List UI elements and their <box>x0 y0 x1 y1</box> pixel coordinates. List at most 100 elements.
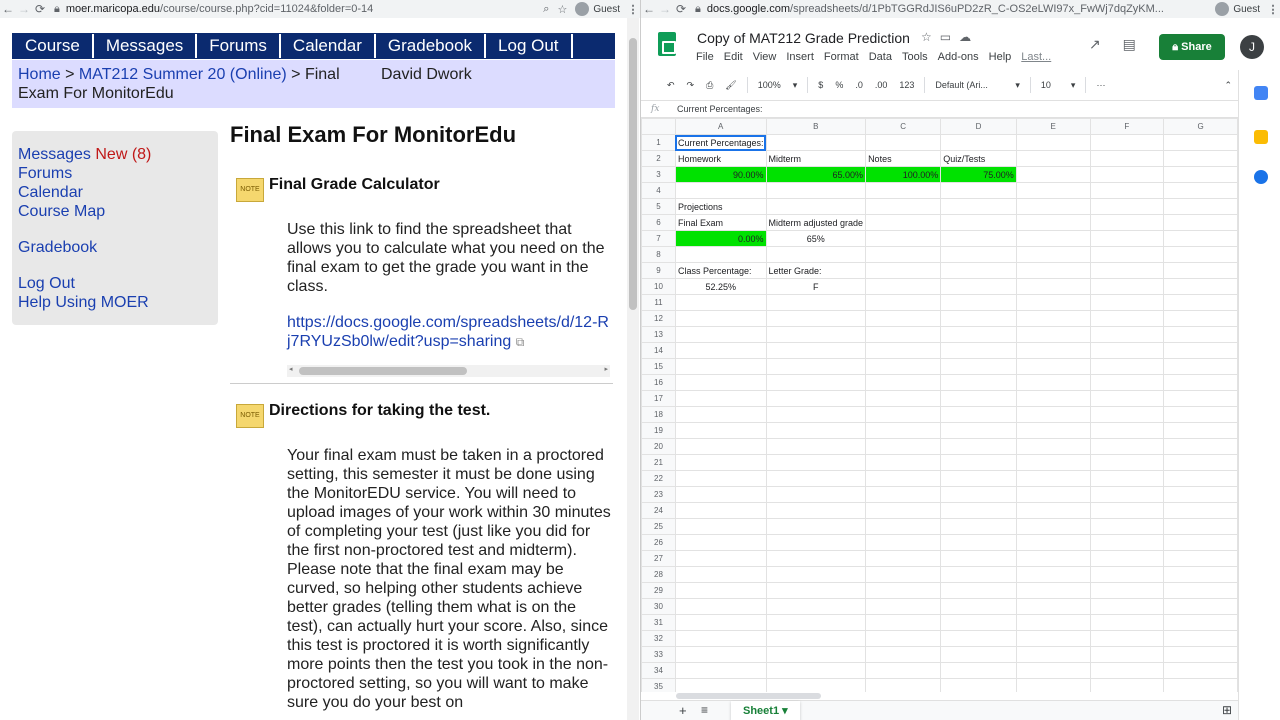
cell-d17[interactable] <box>940 390 1017 407</box>
cell-b18[interactable] <box>765 406 867 423</box>
tab-sheet1[interactable]: Sheet1 ▾ <box>731 701 800 720</box>
cell-d20[interactable] <box>940 438 1017 455</box>
column-header[interactable]: G <box>1163 118 1238 135</box>
cell-a29[interactable] <box>674 582 767 599</box>
cell-a34[interactable] <box>674 662 767 679</box>
cell-a16[interactable] <box>674 374 767 391</box>
cell-f23[interactable] <box>1089 486 1165 503</box>
cell-b31[interactable] <box>765 614 867 631</box>
cell-f33[interactable] <box>1089 646 1165 663</box>
cell-g5[interactable] <box>1163 198 1238 215</box>
cell-e24[interactable] <box>1015 502 1091 519</box>
nav-calendar[interactable]: Calendar <box>281 34 376 58</box>
cell-c33[interactable] <box>865 646 942 663</box>
sidebar-item-forums[interactable]: Forums <box>18 164 212 183</box>
cell-e11[interactable] <box>1015 294 1091 311</box>
star-icon[interactable]: ☆ <box>921 30 940 44</box>
cell-f32[interactable] <box>1089 630 1165 647</box>
cell-g27[interactable] <box>1163 550 1238 567</box>
cell-b9[interactable]: Letter Grade: <box>765 262 867 279</box>
cell-e30[interactable] <box>1015 598 1091 615</box>
row-header[interactable]: 23 <box>641 486 676 503</box>
cell-b5[interactable] <box>765 198 867 215</box>
cell-b15[interactable] <box>765 358 867 375</box>
tasks-icon[interactable] <box>1254 170 1268 184</box>
cell-b4[interactable] <box>765 182 867 199</box>
cell-a3[interactable]: 90.00% <box>674 166 767 183</box>
cell-d6[interactable] <box>940 214 1017 231</box>
nav-logout[interactable]: Log Out <box>486 34 573 58</box>
row-header[interactable]: 21 <box>641 454 676 471</box>
cell-grid[interactable]: A B C D E F G 1 Current Percentages: 2 Home… <box>641 118 1238 692</box>
cell-d19[interactable] <box>940 422 1017 439</box>
cell-d30[interactable] <box>940 598 1017 615</box>
cell-g19[interactable] <box>1163 422 1238 439</box>
cell-g17[interactable] <box>1163 390 1238 407</box>
row-header[interactable]: 9 <box>641 262 676 279</box>
last-edit-link[interactable]: Last... <box>1021 51 1051 63</box>
cell-d16[interactable] <box>940 374 1017 391</box>
back-arrow-icon[interactable]: ← <box>0 2 16 16</box>
cell-e20[interactable] <box>1015 438 1091 455</box>
address-bar[interactable]: 🔒︎ moer.maricopa.edu /course/course.php?… <box>54 3 543 16</box>
sidebar-item-calendar[interactable]: Calendar <box>18 183 212 202</box>
cell-b11[interactable] <box>765 294 867 311</box>
row-header[interactable]: 24 <box>641 502 676 519</box>
column-header[interactable]: C <box>865 118 942 135</box>
row-header[interactable]: 33 <box>641 646 676 663</box>
cell-a7[interactable]: 0.00% <box>674 230 767 247</box>
cell-e29[interactable] <box>1015 582 1091 599</box>
cell-g29[interactable] <box>1163 582 1238 599</box>
cell-d24[interactable] <box>940 502 1017 519</box>
spreadsheet-link[interactable]: https://docs.google.com/spreadsheets/d/1… <box>287 314 609 350</box>
row-header[interactable]: 2 <box>641 150 676 167</box>
cell-d23[interactable] <box>940 486 1017 503</box>
row-header[interactable]: 26 <box>641 534 676 551</box>
cell-d9[interactable] <box>940 262 1017 279</box>
menu-help[interactable]: Help <box>989 51 1012 63</box>
cell-g25[interactable] <box>1163 518 1238 535</box>
row-header[interactable]: 13 <box>641 326 676 343</box>
nav-gradebook[interactable]: Gradebook <box>376 34 487 58</box>
cell-c30[interactable] <box>865 598 942 615</box>
cell-f12[interactable] <box>1089 310 1165 327</box>
cell-c35[interactable] <box>865 678 942 692</box>
cell-b21[interactable] <box>765 454 867 471</box>
cell-g23[interactable] <box>1163 486 1238 503</box>
trend-icon[interactable]: ↗ <box>1089 36 1101 52</box>
cell-e8[interactable] <box>1015 246 1091 263</box>
scrollbar-thumb[interactable] <box>299 367 467 375</box>
cell-f20[interactable] <box>1089 438 1165 455</box>
cell-a17[interactable] <box>674 390 767 407</box>
cell-f2[interactable] <box>1089 150 1165 167</box>
cell-e33[interactable] <box>1015 646 1091 663</box>
cell-d22[interactable] <box>940 470 1017 487</box>
spreadsheet-grid[interactable]: A B C D E F G 1 Current Percentages: 2 Home… <box>641 118 1238 692</box>
cell-e13[interactable] <box>1015 326 1091 343</box>
sidebar-item-gradebook[interactable]: Gradebook <box>18 238 212 257</box>
column-header[interactable]: F <box>1089 118 1165 135</box>
cell-a6[interactable]: Final Exam <box>674 214 767 231</box>
page-vertical-scrollbar[interactable] <box>627 18 639 720</box>
cell-d10[interactable] <box>940 278 1017 295</box>
cell-f10[interactable] <box>1089 278 1165 295</box>
cell-f8[interactable] <box>1089 246 1165 263</box>
row-header[interactable]: 20 <box>641 438 676 455</box>
cell-e4[interactable] <box>1015 182 1091 199</box>
cell-a23[interactable] <box>674 486 767 503</box>
cell-d1[interactable] <box>940 134 1017 151</box>
cell-a26[interactable] <box>674 534 767 551</box>
browser-menu-icon[interactable]: ⋮ <box>626 3 640 16</box>
cell-d11[interactable] <box>940 294 1017 311</box>
increase-decimal-button[interactable]: .00 <box>869 80 894 90</box>
decrease-decimal-button[interactable]: .0 <box>849 80 869 90</box>
cell-f27[interactable] <box>1089 550 1165 567</box>
cell-c23[interactable] <box>865 486 942 503</box>
row-header[interactable]: 4 <box>641 182 676 199</box>
cell-g30[interactable] <box>1163 598 1238 615</box>
cell-b26[interactable] <box>765 534 867 551</box>
all-sheets-icon[interactable]: ≡ <box>701 703 708 717</box>
cell-a19[interactable] <box>674 422 767 439</box>
cell-b13[interactable] <box>765 326 867 343</box>
cell-d7[interactable] <box>940 230 1017 247</box>
